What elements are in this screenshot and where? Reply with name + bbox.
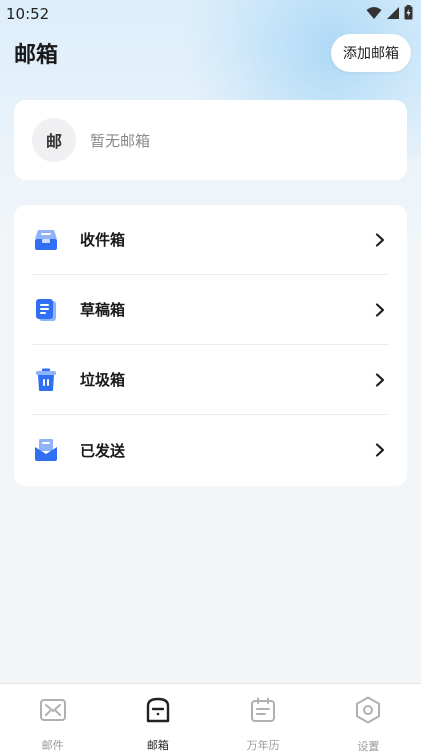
battery-icon bbox=[404, 4, 413, 24]
status-time: 10:52 bbox=[6, 5, 50, 23]
bottom-tab-bar: 邮件 邮箱 万年历 设置 bbox=[0, 683, 421, 753]
trash-icon bbox=[34, 368, 58, 392]
wifi-icon bbox=[366, 5, 382, 24]
empty-mailbox-text: 暂无邮箱 bbox=[90, 131, 151, 150]
signal-icon bbox=[386, 5, 400, 24]
folder-item-drafts[interactable]: 草稿箱 bbox=[32, 275, 389, 345]
chevron-right-icon bbox=[373, 232, 387, 247]
folder-label: 已发送 bbox=[80, 441, 126, 460]
status-icons bbox=[366, 4, 413, 24]
mailbox-icon bbox=[144, 696, 172, 723]
folder-list: 收件箱 草稿箱 垃圾箱 已发送 bbox=[14, 205, 407, 486]
add-mailbox-button[interactable]: 添加邮箱 bbox=[331, 34, 411, 72]
folder-label: 草稿箱 bbox=[80, 301, 126, 319]
avatar: 邮 bbox=[32, 118, 76, 162]
folder-item-trash[interactable]: 垃圾箱 bbox=[32, 345, 389, 415]
tab-mailbox[interactable]: 邮箱 bbox=[105, 684, 210, 753]
page-header: 邮箱 添加邮箱 bbox=[0, 30, 421, 76]
tab-label: 邮箱 bbox=[146, 739, 169, 752]
account-card[interactable]: 邮 暂无邮箱 bbox=[14, 100, 407, 180]
tab-calendar[interactable]: 万年历 bbox=[211, 684, 316, 753]
folder-label: 收件箱 bbox=[80, 231, 126, 249]
tab-mail[interactable]: 邮件 bbox=[0, 684, 105, 753]
page-title: 邮箱 bbox=[14, 43, 59, 68]
chevron-right-icon bbox=[373, 372, 387, 387]
tab-label: 设置 bbox=[357, 740, 380, 753]
mail-icon bbox=[39, 696, 67, 723]
folder-item-sent[interactable]: 已发送 bbox=[32, 415, 389, 485]
sent-icon bbox=[34, 438, 58, 462]
status-bar: 10:52 bbox=[0, 0, 421, 28]
calendar-icon bbox=[249, 696, 277, 723]
draft-icon bbox=[34, 298, 58, 322]
inbox-icon bbox=[34, 228, 58, 252]
tab-label: 邮件 bbox=[41, 739, 64, 752]
settings-icon bbox=[354, 696, 382, 724]
folder-item-inbox[interactable]: 收件箱 bbox=[32, 205, 389, 275]
tab-settings[interactable]: 设置 bbox=[316, 684, 421, 753]
chevron-right-icon bbox=[373, 443, 387, 457]
tab-label: 万年历 bbox=[246, 739, 280, 752]
chevron-right-icon bbox=[373, 302, 387, 317]
folder-label: 垃圾箱 bbox=[80, 371, 126, 389]
